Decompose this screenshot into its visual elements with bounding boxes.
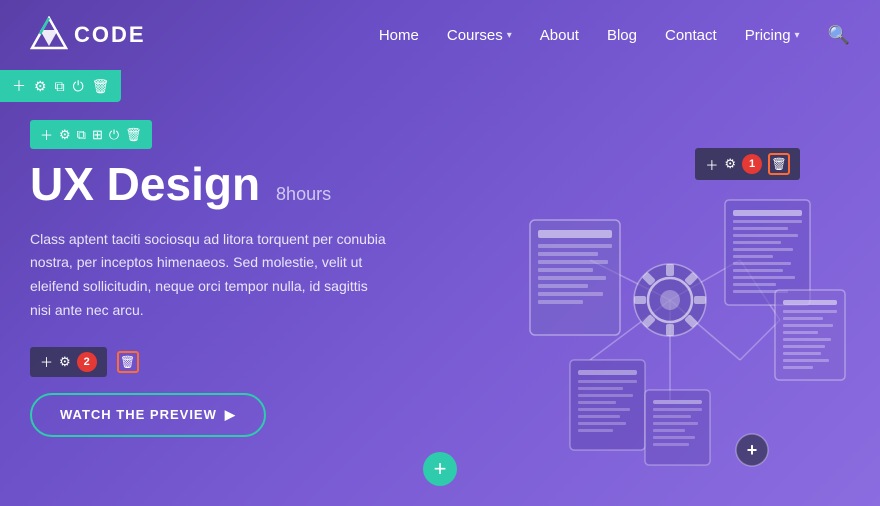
copy-icon-top[interactable]: ⧉: [55, 78, 65, 95]
bottom-add-button[interactable]: +: [423, 452, 457, 486]
gear-icon-float1[interactable]: ⚙: [724, 156, 736, 172]
nav-blog[interactable]: Blog: [607, 27, 637, 44]
search-icon[interactable]: 🔍: [828, 25, 850, 46]
nav-courses[interactable]: Courses ▾: [447, 27, 512, 44]
add-icon-float1[interactable]: ＋: [705, 155, 718, 174]
chevron-down-icon: ▾: [507, 30, 512, 41]
add-icon-section[interactable]: ＋: [40, 125, 53, 144]
power-icon-top[interactable]: ⏻: [73, 78, 84, 95]
badge-number-2: 2: [77, 352, 97, 372]
description-text: Class aptent taciti sociosqu ad litora t…: [30, 228, 390, 323]
nav-home[interactable]: Home: [379, 27, 419, 44]
trash-icon-section[interactable]: 🗑: [125, 127, 142, 143]
top-toolbar: ＋ ⚙ ⧉ ⏻ 🗑: [0, 70, 121, 102]
play-icon: ▶: [225, 407, 236, 423]
btn-toolbar-2: ＋ ⚙ 2: [30, 347, 107, 377]
gear-icon-top[interactable]: ⚙: [34, 78, 47, 95]
logo-icon: [30, 16, 68, 54]
logo-text: CODE: [74, 22, 146, 48]
main-heading: UX Design: [30, 159, 260, 210]
left-section: ＋ ⚙ ⧉ ⊞ ⏻ 🗑 UX Design 8hours Class apten…: [30, 120, 470, 437]
heading-area: UX Design 8hours: [30, 159, 470, 210]
copy-icon-section[interactable]: ⧉: [77, 127, 86, 143]
add-icon-btn[interactable]: ＋: [40, 352, 53, 371]
nav-contact[interactable]: Contact: [665, 27, 717, 44]
chevron-down-icon-pricing: ▾: [795, 30, 800, 41]
add-icon-top[interactable]: ＋: [12, 76, 26, 96]
delete-btn-orange[interactable]: 🗑: [117, 351, 139, 373]
nav-links: Home Courses ▾ About Blog Contact Pricin…: [379, 25, 850, 46]
gear-icon-section[interactable]: ⚙: [59, 127, 71, 143]
power-icon-section[interactable]: ⏻: [109, 127, 119, 143]
badge-1: 1: [742, 154, 762, 174]
grid-icon-section[interactable]: ⊞: [92, 127, 103, 143]
trash-icon-float1[interactable]: 🗑: [768, 153, 790, 175]
nav-about[interactable]: About: [540, 27, 579, 44]
watch-preview-button[interactable]: WATCH THE PREVIEW ▶: [30, 393, 266, 437]
btn-toolbar-row: ＋ ⚙ 2 🗑: [30, 347, 470, 377]
hours-badge: 8hours: [276, 184, 331, 205]
svg-text:+: +: [747, 440, 758, 460]
logo-area: CODE: [30, 16, 146, 54]
header: CODE Home Courses ▾ About Blog Contact P…: [0, 0, 880, 70]
right-section: ＋ ⚙ 1 🗑: [470, 120, 850, 500]
trash-icon-top[interactable]: 🗑: [92, 78, 110, 95]
main-content: ＋ ⚙ ⧉ ⊞ ⏻ 🗑 UX Design 8hours Class apten…: [0, 100, 880, 500]
float-toolbar-1: ＋ ⚙ 1 🗑: [695, 148, 800, 180]
gear-icon-btn[interactable]: ⚙: [59, 354, 71, 370]
nav-pricing[interactable]: Pricing ▾: [745, 27, 800, 44]
section-toolbar: ＋ ⚙ ⧉ ⊞ ⏻ 🗑: [30, 120, 152, 149]
